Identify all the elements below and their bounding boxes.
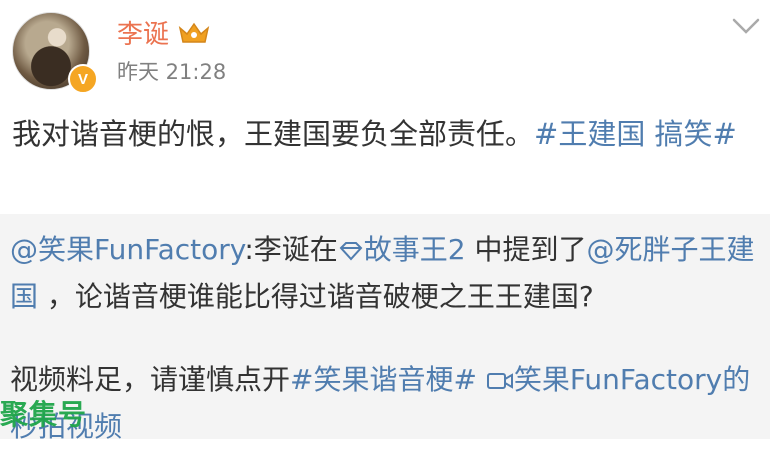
username-text[interactable]: 李诞 <box>117 14 169 51</box>
repost-text-d: 视频料足，请谨慎点开 <box>10 363 291 396</box>
watermark: 聚集号 <box>0 398 88 431</box>
topic-link[interactable]: 故事王2 <box>338 233 466 266</box>
repost-card[interactable]: @笑果FunFactory:李诞在 故事王2 中提到了@死胖子王建国 ，论谐音梗谁… <box>0 214 770 443</box>
repost-hashtag-link[interactable]: #笑果谐音梗# <box>290 363 477 396</box>
timestamp: 昨天 21:28 <box>117 60 227 84</box>
diamond-icon <box>339 242 363 261</box>
repost-author-link[interactable]: @笑果FunFactory <box>10 233 244 266</box>
crown-icon <box>178 22 210 43</box>
verified-badge-icon: V <box>68 64 98 94</box>
repost-text-2: 视频料足，请谨慎点开#笑果谐音梗# 笑果FunFactory的秒拍视频 <box>10 356 765 450</box>
post-text: 我对谐音梗的恨，王建国要负全部责任。#王建国 搞笑# <box>12 108 764 160</box>
video-icon <box>486 373 513 389</box>
repost-text-b: 中提到了 <box>465 233 587 266</box>
repost-text-c: ，论谐音梗谁能比得过谐音破梗之王王建国? <box>38 280 594 313</box>
topic-text[interactable]: 故事王2 <box>364 233 466 266</box>
username[interactable]: 李诞 <box>117 14 211 51</box>
repost-text-a: :李诞在 <box>244 233 338 266</box>
repost-text: @笑果FunFactory:李诞在 故事王2 中提到了@死胖子王建国 ，论谐音梗谁… <box>10 226 765 320</box>
post-hashtag-link[interactable]: #王建国 搞笑# <box>534 117 737 151</box>
chevron-down-icon[interactable] <box>730 14 762 38</box>
post-header: V 李诞 昨天 21:28 <box>0 0 770 100</box>
post-main-text: 我对谐音梗的恨，王建国要负全部责任。 <box>12 117 535 151</box>
